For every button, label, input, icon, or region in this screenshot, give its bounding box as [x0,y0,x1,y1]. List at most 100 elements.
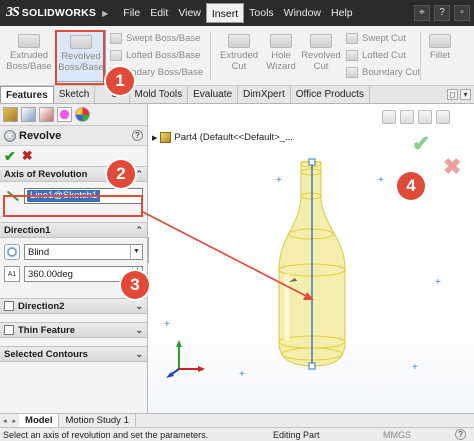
ribbon-separator [210,32,211,80]
revolve-preview-bottle [166,158,346,378]
menu-bar: 3S SOLIDWORKS ▶ File Edit View Insert To… [0,0,474,26]
menu-edit[interactable]: Edit [145,3,173,23]
menu-view[interactable]: View [173,3,206,23]
highlight-revolved-boss [55,30,105,85]
swept-cut-label: Swept Cut [362,33,406,44]
chevron-down-icon: ▼ [130,245,142,259]
expand-caret-icon: ⌄ [135,348,143,359]
thin-feature-checkbox[interactable] [4,325,14,335]
menu-window[interactable]: Window [279,3,326,23]
reverse-direction-icon[interactable] [4,244,20,260]
menu-help[interactable]: Help [326,3,358,23]
direction1-header[interactable]: Direction1 ⌃ [0,222,147,238]
ok-check-icon[interactable]: ✔ [4,148,16,165]
status-help-icon[interactable]: ? [455,429,466,440]
expand-caret-icon: ⌄ [135,324,143,335]
extruded-boss-label: Extruded Boss/Base [6,50,52,72]
axis-endpoint [308,158,316,166]
manager-tabs [0,104,147,126]
collapse-caret-icon: ⌃ [135,224,143,235]
restore-window-icon[interactable]: ▫ [454,5,470,21]
feature-manager-icon[interactable] [3,107,18,122]
boundary-cut-icon [346,67,358,78]
fillet-button[interactable]: Fillet [422,30,458,82]
tab-dimxpert[interactable]: DimXpert [238,86,291,103]
tab-office-products[interactable]: Office Products [291,86,370,103]
callout-3: 3 [121,271,149,299]
scroll-right-icon[interactable]: ▸ [10,417,20,425]
menu-file[interactable]: File [118,3,145,23]
expand-caret-icon: ⌄ [135,300,143,311]
callout-1: 1 [106,67,134,95]
direction2-checkbox[interactable] [4,301,14,311]
property-manager-icon[interactable] [21,107,36,122]
thin-feature-header[interactable]: Thin Feature ⌄ [0,322,147,338]
tab-motion-study-1[interactable]: Motion Study 1 [59,414,136,427]
lofted-cut-button[interactable]: Lofted Cut [346,47,420,64]
status-bar: Select an axis of revolution and set the… [0,427,474,441]
triad-icon [166,340,205,378]
graphics-area[interactable]: ▶ Part4 (Default<<Default>_... ✔ ✖ + + +… [149,104,474,413]
extrude-icon [18,34,40,48]
tab-row-tools: ◻ ▾ [447,86,474,103]
status-message: Select an axis of revolution and set the… [3,429,209,440]
swept-cut-icon [346,33,358,44]
dimxpert-manager-icon[interactable] [57,107,72,122]
cancel-x-icon[interactable]: ✖ [22,148,33,164]
loft-icon [110,50,122,61]
tab-sketch[interactable]: Sketch [54,86,96,103]
direction2-label: Direction2 [18,300,65,312]
display-manager-icon[interactable] [75,107,90,122]
bottom-tab-bar: ◂ ▸ Model Motion Study 1 [0,413,474,427]
lofted-boss-button[interactable]: Lofted Boss/Base [110,47,203,64]
chevron-down-icon[interactable]: ▾ [460,89,471,100]
scroll-left-icon[interactable]: ◂ [0,417,10,425]
expand-icon[interactable]: ◻ [447,89,458,100]
tab-features[interactable]: Features [0,86,54,103]
menu-insert[interactable]: Insert [205,3,245,23]
swept-boss-label: Swept Boss/Base [126,33,201,44]
help-button[interactable]: ? [434,5,450,21]
extruded-boss-button[interactable]: Extruded Boss/Base [4,30,54,82]
boundary-cut-label: Boundary Cut [362,67,421,78]
menu-list: File Edit View Insert Tools Window Help [118,0,357,26]
menu-bar-tools: ⌖ ? ▫ [414,5,474,21]
solidworks-logo[interactable]: 3S SOLIDWORKS ▶ [0,0,118,26]
revolved-cut-button[interactable]: Revolved Cut [296,30,346,82]
direction1-label: Direction1 [4,224,51,236]
pm-title-text: Revolve [19,129,62,142]
menu-tools[interactable]: Tools [244,3,279,23]
callout-2: 2 [107,160,135,188]
cut-small-buttons: Swept Cut Lofted Cut Boundary Cut [346,30,420,81]
end-condition-select[interactable]: Blind ▼ [24,244,143,260]
axis-endpoint [308,362,316,370]
revolve-icon [4,129,16,142]
pin-icon[interactable]: ⌖ [414,5,430,21]
thin-feature-label: Thin Feature [18,324,76,336]
chevron-right-icon: ▶ [102,8,109,18]
highlight-axis-selection [3,195,143,217]
status-units[interactable]: MMGS [383,430,411,440]
configuration-manager-icon[interactable] [39,107,54,122]
end-condition-value: Blind [28,246,50,258]
swept-boss-button[interactable]: Swept Boss/Base [110,30,203,47]
ribbon-separator [420,32,421,80]
tab-model[interactable]: Model [19,414,60,427]
direction2-header[interactable]: Direction2 ⌄ [0,298,147,314]
angle-value: 360.00deg [28,268,73,280]
selected-contours-header[interactable]: Selected Contours ⌄ [0,346,147,362]
boundary-cut-button[interactable]: Boundary Cut [346,64,420,81]
swept-cut-button[interactable]: Swept Cut [346,30,420,47]
tab-evaluate[interactable]: Evaluate [188,86,239,103]
fillet-label: Fillet [429,50,451,61]
lofted-cut-icon [346,50,358,61]
revolved-cut-label: Revolved Cut [301,50,341,72]
selected-contours-label: Selected Contours [4,348,88,360]
collapse-caret-icon: ⌃ [135,168,143,179]
hole-wizard-icon [270,34,292,48]
callout-4: 4 [397,172,425,200]
tab-mold-tools[interactable]: Mold Tools [130,86,189,103]
help-icon[interactable]: ? [132,130,143,141]
ds-logo-mark: 3S [6,5,20,20]
